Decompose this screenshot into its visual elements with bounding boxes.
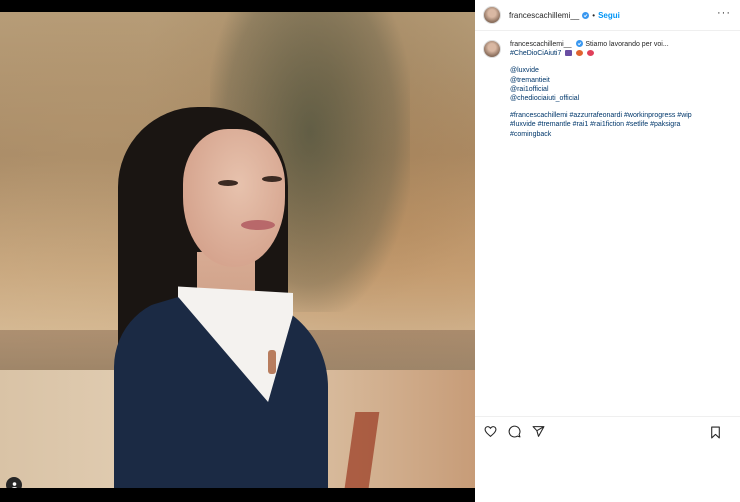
hashtags-line[interactable]: #luxvide #tremantle #rai1 #rai1fiction #… (510, 120, 725, 129)
action-bar (475, 416, 740, 446)
mention-link[interactable]: @chediociaiuti_official (510, 94, 725, 103)
bookmark-icon[interactable] (708, 425, 723, 440)
user-tag-icon[interactable] (6, 477, 22, 488)
separator-dot: • (592, 10, 596, 20)
mention-link[interactable]: @rai1official (510, 85, 725, 94)
share-icon[interactable] (531, 424, 546, 439)
woman-lips (241, 220, 275, 230)
heart-emoji-icon (576, 50, 584, 57)
caption-text: Stiamo lavorando per voi... (585, 41, 669, 48)
avatar[interactable] (483, 6, 501, 24)
woman-face (183, 129, 285, 267)
verified-badge-icon (582, 11, 590, 19)
woman-eye-left (218, 180, 238, 186)
post-side-panel: francescachillemi__ • Segui ··· francesc… (475, 0, 740, 502)
post-caption: francescachillemi__ Stiamo lavorando per… (483, 40, 733, 139)
header-username[interactable]: francescachillemi__ (509, 11, 579, 20)
follow-button[interactable]: Segui (598, 11, 620, 20)
hashtags-line[interactable]: #comingback (510, 130, 725, 139)
clapper-emoji-icon (565, 50, 573, 57)
mention-link[interactable]: @tremantieit (510, 76, 725, 85)
mention-link[interactable]: @luxvide (510, 66, 725, 75)
hashtags-line[interactable]: #francescachillemi #azzurrafeonardi #wor… (510, 111, 725, 120)
comment-icon[interactable] (507, 424, 522, 439)
heart-icon[interactable] (483, 424, 498, 439)
post-header: francescachillemi__ • Segui ··· (475, 0, 740, 31)
caption-avatar[interactable] (483, 40, 501, 58)
more-options-icon[interactable]: ··· (717, 7, 731, 19)
flower-emoji-icon (587, 50, 595, 57)
hashtag-link[interactable]: #CheDioCiAiuti7 (510, 50, 561, 57)
woman-eye-right (262, 176, 282, 182)
necklace-pendant (268, 350, 276, 374)
verified-badge-icon (576, 40, 584, 47)
post-photo[interactable] (0, 12, 475, 488)
caption-username[interactable]: francescachillemi__ (510, 41, 571, 48)
